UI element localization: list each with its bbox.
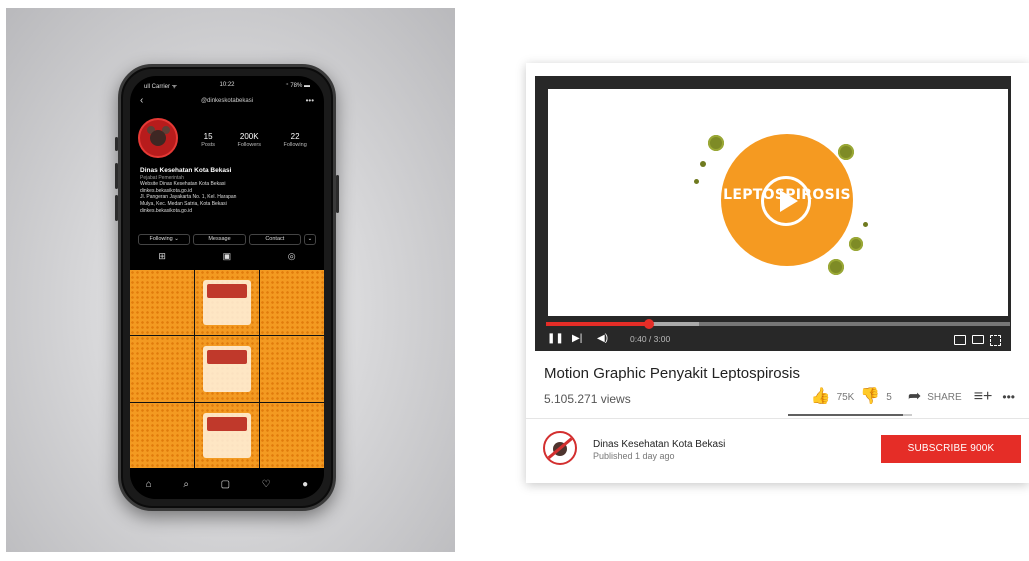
fullscreen-icon[interactable] [990, 335, 1001, 346]
like-dislike-ratio-bar [788, 414, 912, 416]
message-button[interactable]: Message [193, 234, 246, 245]
bacteria-germ [849, 237, 863, 251]
bottom-navigation: ⌂ ⌕ ▢ ♡ ● [130, 469, 324, 499]
stat-followers[interactable]: 200K Followers [237, 132, 261, 148]
post-thumbnail[interactable] [260, 402, 324, 468]
video-card: LEPTOSPIROSIS ❚❚ ▶| ◀) 0:40 / 3:00 Motio… [526, 63, 1029, 483]
video-title: Motion Graphic Penyakit Leptospirosis [544, 365, 800, 382]
bacteria-germ [828, 259, 844, 275]
phone-mockup: ull Carrier ᯤ 10:22 ⁺ 78% ▬ ‹ @dinkeskot… [115, 64, 339, 511]
next-icon[interactable]: ▶| [572, 334, 582, 344]
bacteria-germ [838, 144, 854, 160]
more-icon[interactable]: ••• [1002, 389, 1015, 405]
avatar-mouse-head [150, 130, 166, 146]
volume-icon[interactable]: ◀) [597, 334, 608, 344]
post-thumbnail[interactable] [195, 402, 259, 468]
progress-fill [546, 322, 649, 326]
bio-category: Pejabat Pemerintah [140, 174, 184, 181]
profile-stats: 15 Posts 200K Followers 22 Following [190, 132, 318, 148]
phone-mute-switch [115, 137, 118, 151]
post-thumbnail[interactable] [195, 336, 259, 402]
video-player[interactable]: LEPTOSPIROSIS ❚❚ ▶| ◀) 0:40 / 3:00 [535, 76, 1011, 351]
like-ratio-fill [788, 414, 904, 416]
stat-label: Posts [201, 142, 215, 148]
post-thumbnail[interactable] [195, 270, 259, 336]
phone-power-button [336, 175, 339, 213]
reels-tab-icon[interactable]: ▣ [223, 251, 232, 262]
bacteria-dot [863, 222, 868, 227]
post-thumbnail[interactable] [130, 336, 194, 402]
profile-tabs: ⊞ ▣ ◎ [130, 251, 324, 262]
share-button[interactable]: SHARE [927, 392, 961, 403]
contact-button[interactable]: Contact [248, 234, 301, 245]
avatar-strike-icon [546, 434, 575, 461]
bacteria-dot [694, 179, 699, 184]
stat-number: 22 [290, 132, 300, 141]
profile-icon[interactable]: ● [302, 479, 308, 490]
video-actions: 👍 75K 👎 5 ➦ SHARE ≡+ ••• [811, 389, 1015, 405]
view-count: 5.105.271 views [544, 392, 631, 406]
bio-line: Jl. Pangeran Jayakarta No. 1, Kel. Harap… [140, 194, 237, 201]
composite-stage: ull Carrier ᯤ 10:22 ⁺ 78% ▬ ‹ @dinkeskot… [0, 0, 1029, 561]
theater-mode-icon[interactable] [972, 335, 984, 344]
bacteria-dot [700, 161, 706, 167]
miniplayer-icon[interactable] [954, 335, 966, 345]
profile-action-buttons: Following ⌄ Message Contact ⌄ [138, 234, 316, 245]
stat-label: Following [283, 142, 307, 148]
instagram-profile-screen: ull Carrier ᯤ 10:22 ⁺ 78% ▬ ‹ @dinkeskot… [130, 76, 324, 499]
suggested-dropdown-button[interactable]: ⌄ [303, 234, 316, 245]
phone-volume-down [115, 195, 118, 221]
bacteria-germ [708, 135, 724, 151]
phone-volume-up [115, 163, 118, 189]
stat-following[interactable]: 22 Following [284, 132, 307, 148]
bio-name: Dinas Kesehatan Kota Bekasi [140, 167, 232, 174]
bio-line: Website Dinas Kesehatan Kota Bekasi [140, 181, 226, 188]
dislike-count: 5 [886, 391, 892, 403]
tagged-tab-icon[interactable]: ◎ [288, 251, 296, 262]
home-icon[interactable]: ⌂ [146, 479, 152, 490]
stat-label: Followers [237, 142, 262, 148]
post-thumbnail[interactable] [130, 270, 194, 336]
search-icon[interactable]: ⌕ [183, 479, 189, 490]
time-display: 0:40 / 3:00 [630, 334, 671, 344]
pause-icon[interactable]: ❚❚ [547, 334, 564, 344]
like-icon[interactable]: 👍 [811, 389, 831, 405]
publish-date: Published 1 day ago [593, 451, 675, 461]
bio-link[interactable]: dinkes.bekasikota.go.id [140, 188, 315, 195]
bio-link[interactable]: dinkes.bekasikota.go.id [140, 208, 315, 215]
progress-bar[interactable] [546, 319, 1010, 329]
like-count: 75K [836, 391, 855, 403]
subscribe-button[interactable]: SUBSCRIBE 900K [881, 435, 1021, 463]
more-options-icon[interactable]: ••• [306, 96, 314, 105]
leptospirosis-logo: LEPTOSPIROSIS [721, 134, 853, 266]
channel-name[interactable]: Dinas Kesehatan Kota Bekasi [593, 439, 725, 450]
share-icon[interactable]: ➦ [908, 389, 921, 405]
stat-number: 15 [203, 132, 213, 141]
profile-username: @dinkeskotabekasi [200, 98, 254, 104]
stat-posts[interactable]: 15 Posts [201, 132, 215, 148]
add-to-playlist-icon[interactable]: ≡+ [974, 389, 993, 405]
battery-indicator: ⁺ 78% ▬ [285, 83, 310, 89]
stat-number: 200K [239, 132, 259, 141]
post-thumbnail[interactable] [260, 336, 324, 402]
dislike-icon[interactable]: 👎 [860, 389, 880, 405]
reels-icon[interactable]: ▢ [221, 479, 230, 490]
following-button[interactable]: Following ⌄ [138, 234, 191, 245]
play-icon[interactable] [761, 176, 811, 226]
post-grid [130, 270, 324, 468]
post-thumbnail[interactable] [130, 402, 194, 468]
profile-header: ‹ @dinkeskotabekasi ••• [130, 96, 324, 110]
grid-tab-icon[interactable]: ⊞ [158, 251, 166, 262]
post-thumbnail[interactable] [260, 270, 324, 336]
profile-avatar[interactable] [138, 118, 178, 158]
divider [526, 418, 1029, 419]
profile-bio: Dinas Kesehatan Kota Bekasi Pejabat Peme… [140, 167, 315, 215]
play-triangle-icon [780, 190, 798, 212]
channel-avatar[interactable] [543, 431, 577, 465]
video-frame[interactable]: LEPTOSPIROSIS [548, 89, 1008, 316]
heart-icon[interactable]: ♡ [262, 479, 271, 490]
player-controls: ❚❚ ▶| ◀) 0:40 / 3:00 [544, 331, 1008, 349]
progress-scrubber-handle[interactable] [644, 319, 654, 329]
bio-line: Mulya, Kec. Medan Satria, Kota Bekasi [140, 200, 227, 207]
